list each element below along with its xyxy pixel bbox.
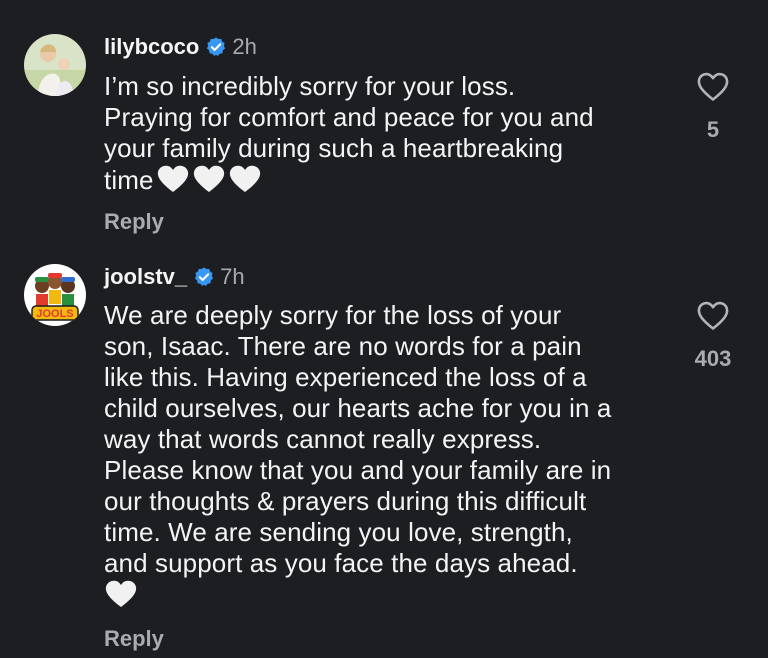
verified-badge-icon	[195, 267, 214, 286]
timestamp: 2h	[232, 34, 257, 59]
comment-line: child ourselves, our hearts ache for you…	[104, 393, 612, 423]
like-count: 5	[706, 117, 720, 142]
avatar-logo-text: JOOLS	[36, 308, 73, 320]
avatar[interactable]: JOOLS	[24, 264, 86, 326]
avatar[interactable]	[24, 34, 86, 96]
verified-badge-icon	[207, 37, 226, 56]
white-heart-emoji	[105, 580, 137, 607]
heart-outline-icon[interactable]	[696, 300, 730, 332]
comment-line: time. We are sending you love, strength,	[104, 517, 573, 547]
comment-line: Praying for comfort and peace for you an…	[104, 102, 594, 132]
comment-line: time	[104, 164, 664, 196]
comment-line: Please know that you and your family are…	[104, 455, 612, 485]
avatar-image: JOOLS	[24, 264, 86, 326]
timestamp: 7h	[220, 264, 245, 289]
comment-header: lilybcoco 2h	[104, 32, 257, 62]
comment-text: We are deeply sorry for the loss of your…	[104, 300, 664, 611]
comment-line: We are deeply sorry for the loss of your	[104, 300, 562, 330]
white-heart-emoji	[229, 165, 260, 192]
comment-line: son, Isaac. There are no words for a pai…	[104, 331, 582, 361]
comment-header: joolstv_ 7h	[104, 262, 245, 292]
comment-line: like this. Having experienced the loss o…	[104, 362, 587, 392]
comment-line-text: time	[104, 165, 154, 195]
comment-text: I’m so incredibly sorry for your loss. P…	[104, 71, 664, 196]
like-count: 403	[694, 346, 732, 371]
reply-button[interactable]: Reply	[104, 626, 164, 652]
comment-line: and support as you face the days ahead.	[104, 548, 578, 578]
like-control: 5	[688, 71, 738, 143]
comment-line: way that words cannot really express.	[104, 424, 542, 454]
comment-line: I’m so incredibly sorry for your loss.	[104, 71, 516, 101]
comment-line: your family during such a heartbreaking	[104, 133, 564, 163]
reply-button[interactable]: Reply	[104, 209, 164, 235]
comment-lilybcoco: lilybcoco 2h I’m so incredibly sorry for…	[0, 0, 768, 250]
comment-line: our thoughts & prayers during this diffi…	[104, 486, 587, 516]
username[interactable]: lilybcoco	[104, 32, 199, 62]
like-control: 403	[688, 300, 738, 372]
white-heart-emoji-group	[154, 165, 262, 195]
username[interactable]: joolstv_	[104, 262, 187, 292]
avatar-image	[24, 34, 86, 96]
comment-line	[104, 579, 664, 611]
white-heart-emoji	[193, 165, 224, 192]
heart-outline-icon[interactable]	[696, 71, 730, 103]
white-heart-emoji	[157, 165, 188, 192]
comment-joolstv: JOOLS joolstv_ 7h We are deeply sorry fo…	[0, 250, 768, 658]
